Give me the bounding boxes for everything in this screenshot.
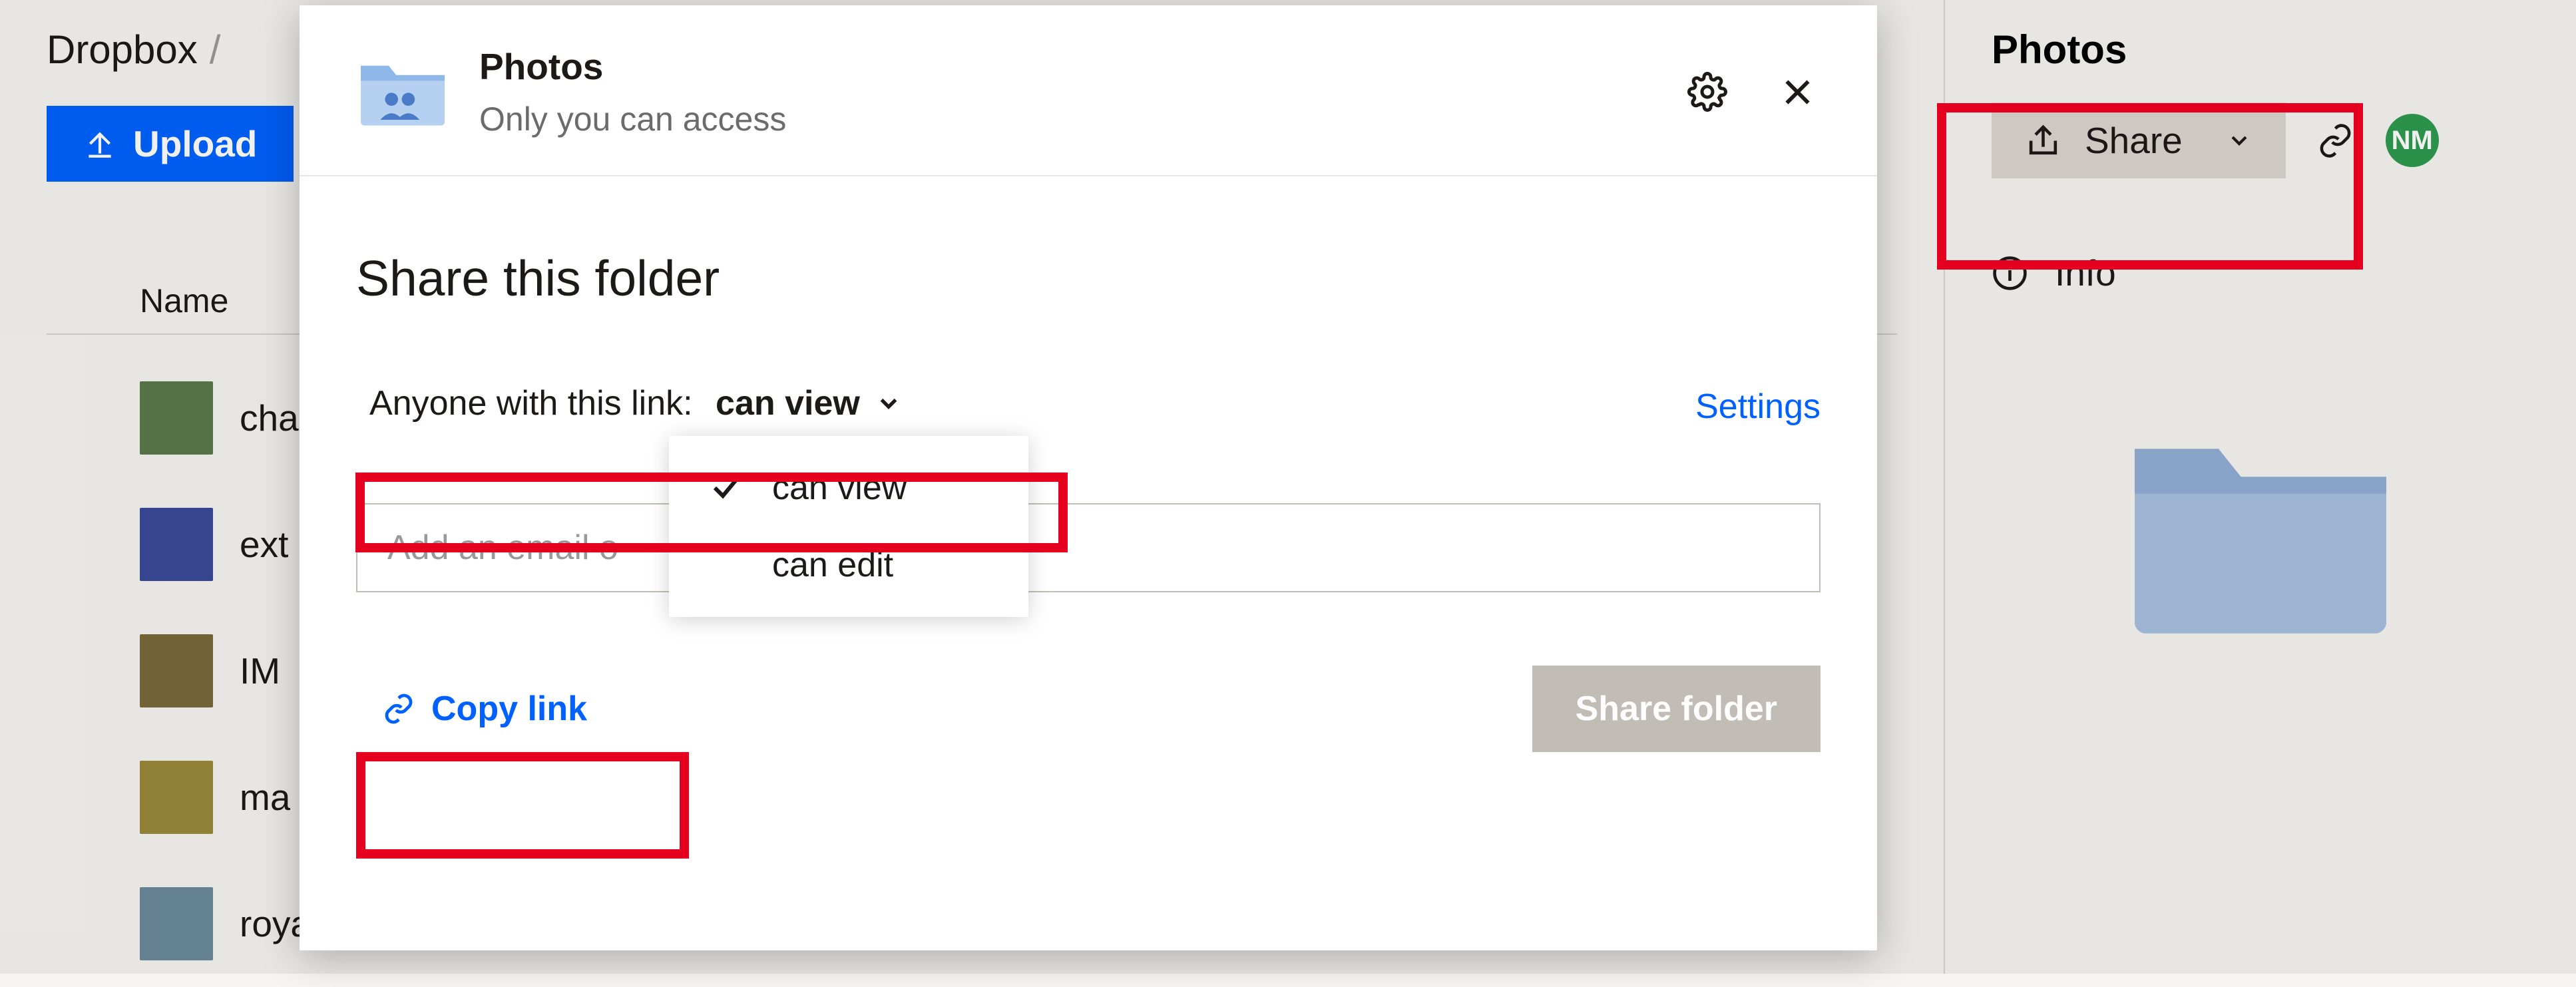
annotation-highlight: [355, 473, 1068, 552]
dialog-access-text: Only you can access: [479, 100, 786, 138]
gear-icon: [1687, 72, 1727, 112]
dialog-title-block: Photos Only you can access: [479, 45, 786, 138]
permission-prefix: Anyone with this link:: [369, 383, 693, 423]
copy-link-button[interactable]: Copy link: [356, 677, 614, 741]
dialog-header-actions: [1684, 69, 1821, 115]
share-heading: Share this folder: [356, 250, 1821, 307]
permission-dropdown[interactable]: Anyone with this link: can view: [356, 380, 916, 433]
shared-folder-icon: [356, 52, 449, 132]
annotation-highlight: [356, 752, 689, 859]
dialog-folder-name: Photos: [479, 45, 786, 88]
permission-value: can view: [716, 383, 860, 423]
close-icon: [1779, 74, 1816, 110]
link-settings[interactable]: Settings: [1695, 387, 1821, 427]
dialog-header: Photos Only you can access: [300, 5, 1877, 176]
dialog-actions: Copy link Share folder: [356, 666, 1821, 752]
chevron-down-icon: [875, 389, 903, 417]
dialog-body: Share this folder Anyone with this link:…: [300, 176, 1877, 752]
dialog-settings-button[interactable]: [1684, 69, 1731, 115]
permission-row: Anyone with this link: can view Settings: [356, 380, 1821, 433]
copy-link-label: Copy link: [431, 689, 587, 729]
dialog-close-button[interactable]: [1774, 69, 1821, 115]
link-icon: [383, 693, 415, 725]
share-folder-button[interactable]: Share folder: [1532, 666, 1821, 752]
annotation-highlight: [1937, 103, 2363, 270]
